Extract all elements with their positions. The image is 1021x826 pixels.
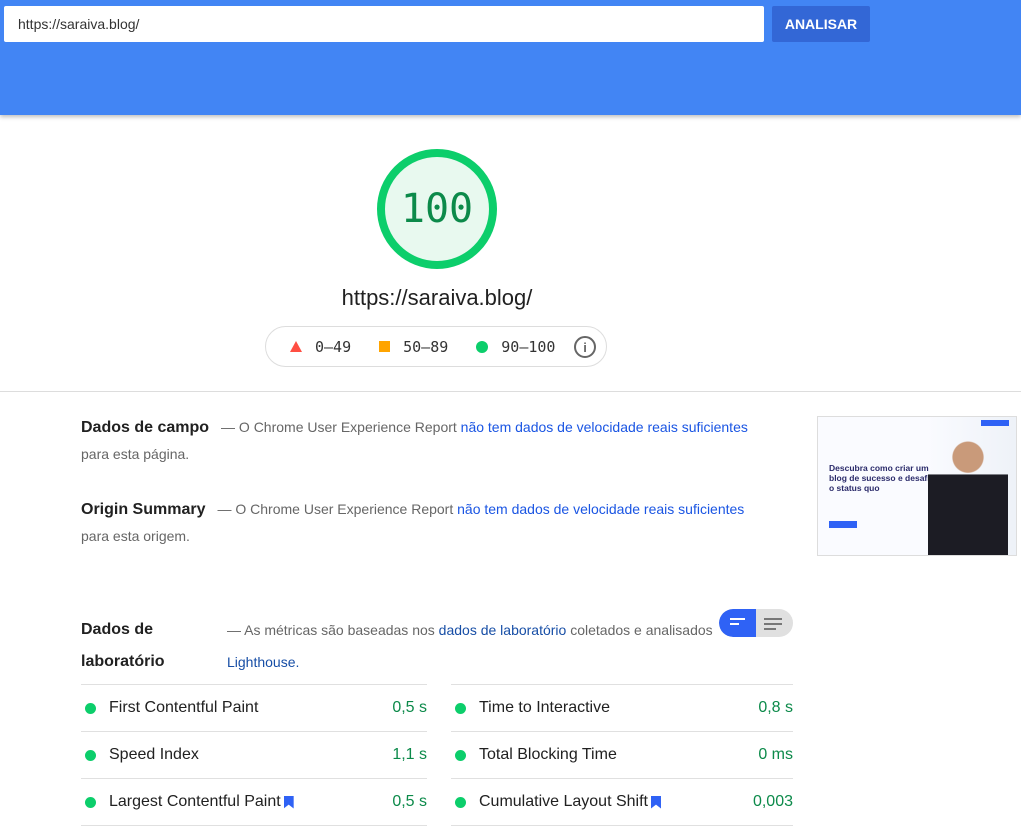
metric-row: Cumulative Layout Shift 0,003 [451,778,793,825]
origin-data-link[interactable]: não tem dados de velocidade reais sufici… [457,501,744,517]
field-data-link[interactable]: não tem dados de velocidade reais sufici… [461,419,748,435]
circle-icon [476,340,489,353]
metric-label: Largest Contentful Paint [109,793,281,810]
field-text: — O Chrome User Experience Report [221,419,461,435]
url-input[interactable] [4,6,764,42]
metric-row: First Contentful Paint 0,5 s [81,684,427,731]
metric-label: Cumulative Layout Shift [479,793,648,810]
divider [0,391,1021,392]
metric-row: Total Blocking Time 0 ms [451,731,793,778]
view-toggle[interactable] [719,609,793,637]
thumb-nav-button [981,420,1009,426]
info-icon[interactable]: i [574,336,596,358]
pass-circle-icon [85,749,96,761]
field-data-section: Dados de campo — O Chrome User Experience… [81,414,781,467]
triangle-icon [290,341,302,352]
pass-circle-icon [455,796,466,808]
bookmark-icon [283,795,294,809]
lab-text: — As métricas são baseadas nos [227,622,439,638]
square-icon [379,341,391,352]
compact-list-icon [730,618,745,628]
thumb-person-image [928,429,1008,555]
compact-view-button[interactable] [719,609,756,637]
metric-row: Time to Interactive 0,8 s [451,684,793,731]
metric-value: 0 ms [758,746,793,763]
origin-summary-title: Origin Summary [81,501,206,518]
origin-text-post: para esta origem. [81,528,190,544]
metric-label: Time to Interactive [479,699,611,716]
metric-label: Total Blocking Time [479,746,617,763]
analyze-button[interactable]: ANALISAR [772,6,870,42]
pass-circle-icon [455,749,466,761]
metric-row: Largest Contentful Paint 0,5 s [81,778,427,825]
metrics-left: First Contentful Paint 0,5 s Speed Index 1,… [81,684,427,826]
metrics-right: Time to Interactive 0,8 s Total Blocking T… [451,684,793,826]
pass-circle-icon [85,796,96,808]
metric-value: 0,5 s [392,793,427,810]
lab-data-link[interactable]: dados de laboratório [439,622,567,638]
header: ANALISAR [0,0,1021,115]
lab-data-title: Dados de laboratório [81,621,165,670]
legend-average: 50–89 [403,337,449,356]
field-text-post: para esta página. [81,446,190,462]
metric-value: 0,003 [752,793,793,810]
page-screenshot-thumbnail: Descubra como criar um blog de sucesso e… [817,416,1017,556]
thumb-cta [829,521,857,528]
metric-value: 0,5 s [392,699,427,716]
thumb-heading: Descubra como criar um blog de sucesso e… [829,463,938,493]
expanded-list-icon[interactable] [764,618,782,633]
origin-text: — O Chrome User Experience Report [217,501,458,517]
metric-row: Speed Index 1,1 s [81,731,427,778]
field-data-title: Dados de campo [81,419,210,436]
lighthouse-link[interactable]: Lighthouse. [227,654,299,670]
lab-text-mid: coletados e analisados [566,622,713,638]
pass-circle-icon [85,702,96,714]
lab-data-description: — As métricas são baseadas nos dados de … [227,614,727,678]
origin-summary-section: Origin Summary — O Chrome User Experience… [81,496,781,549]
score-legend: 0–49 50–89 90–100 i [265,326,607,367]
score-value: 100 [400,186,474,232]
final-url: https://saraiva.blog/ [341,285,533,310]
metric-label: Speed Index [109,746,199,763]
pass-circle-icon [455,702,466,714]
metric-value: 1,1 s [392,746,427,763]
metric-value: 0,8 s [758,699,793,716]
legend-pass: 90–100 [501,337,556,356]
legend-fail: 0–49 [315,337,352,356]
bookmark-icon [650,795,661,809]
metric-label: First Contentful Paint [109,699,259,716]
